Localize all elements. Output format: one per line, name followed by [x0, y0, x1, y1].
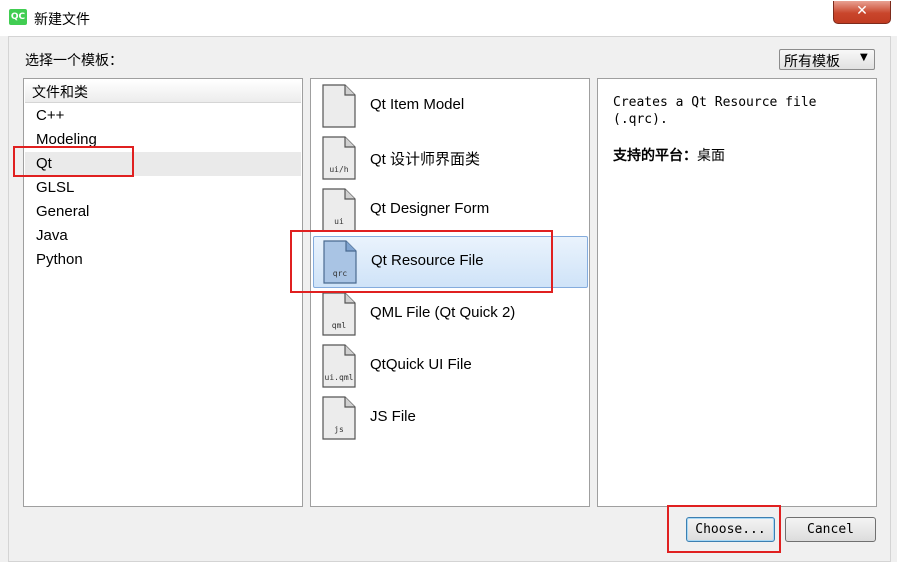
file-icon: js [321, 396, 357, 440]
template-filter-value: 所有模板 [784, 54, 840, 70]
category-item-label: Java [36, 227, 68, 244]
template-item-label: Qt Designer Form [370, 200, 490, 217]
file-icon [321, 84, 357, 128]
template-item-label: JS File [370, 408, 416, 425]
template-item-js-file[interactable]: js JS File [312, 392, 588, 444]
file-icon: ui.qml [321, 344, 357, 388]
choose-template-label: 选择一个模板： [25, 53, 123, 69]
template-filter-dropdown[interactable]: 所有模板 ▼ [779, 49, 875, 70]
category-item-qt[interactable]: Qt [25, 152, 301, 176]
title-bar: QC 新建文件 ✕ [0, 0, 897, 36]
file-ext-label: ui.qml [324, 373, 354, 382]
file-ext-label: qml [331, 321, 347, 330]
choose-button[interactable]: Choose... [686, 517, 775, 542]
template-item-qml-file[interactable]: qml QML File (Qt Quick 2) [312, 288, 588, 340]
file-ext-label: js [334, 425, 344, 434]
category-item-cpp[interactable]: C++ [25, 104, 301, 128]
category-item-label: Qt [36, 155, 52, 172]
category-item-label: General [36, 203, 90, 220]
template-item-qt-designer-form[interactable]: ui Qt Designer Form [312, 184, 588, 236]
supported-platforms: 支持的平台：桌面 [613, 145, 725, 165]
category-item-label: Modeling [36, 131, 97, 148]
category-group-label: 文件和类 [32, 85, 88, 101]
template-item-qtquick-ui-file[interactable]: ui.qml QtQuick UI File [312, 340, 588, 392]
file-ext-label: ui/h [329, 165, 349, 174]
file-icon: ui [321, 188, 357, 232]
cancel-button[interactable]: Cancel [785, 517, 876, 542]
category-item-general[interactable]: General [25, 200, 301, 224]
category-item-label: GLSL [36, 179, 75, 196]
category-list: 文件和类 C++ Modeling Qt GLSL General Java P… [23, 78, 303, 507]
template-item-qt-designer-class[interactable]: ui/h Qt 设计师界面类 [312, 132, 588, 184]
template-description-panel: Creates a Qt Resource file (.qrc). 支持的平台… [597, 78, 877, 507]
template-item-label: Qt 设计师界面类 [370, 151, 481, 168]
template-item-label: Qt Item Model [370, 96, 465, 113]
template-list: Qt Item Model ui/h Qt 设计师界面类 ui Qt Desig… [310, 78, 590, 507]
platform-label: 支持的平台： [613, 148, 697, 164]
category-item-label: C++ [36, 107, 65, 124]
qt-creator-logo-icon: QC [9, 9, 27, 25]
template-item-qt-resource-file[interactable]: qrc Qt Resource File [313, 236, 588, 288]
file-ext-label: qrc [332, 269, 348, 278]
platform-value: 桌面 [697, 148, 725, 164]
category-item-python[interactable]: Python [25, 248, 301, 272]
category-item-java[interactable]: Java [25, 224, 301, 248]
template-item-qt-item-model[interactable]: Qt Item Model [312, 80, 588, 132]
file-icon: qml [321, 292, 357, 336]
close-button[interactable]: ✕ [833, 1, 891, 24]
template-item-label: Qt Resource File [371, 252, 484, 269]
category-item-modeling[interactable]: Modeling [25, 128, 301, 152]
file-icon: qrc [322, 240, 358, 284]
file-ext-label: ui [334, 217, 344, 226]
category-item-glsl[interactable]: GLSL [25, 176, 301, 200]
template-item-label: QtQuick UI File [370, 356, 472, 373]
template-description: Creates a Qt Resource file (.qrc). [613, 95, 817, 127]
window-title: 新建文件 [34, 12, 90, 28]
file-icon: ui/h [321, 136, 357, 180]
dropdown-arrow-icon: ▼ [860, 52, 868, 63]
template-item-label: QML File (Qt Quick 2) [370, 304, 516, 321]
category-group-header[interactable]: 文件和类 [25, 80, 301, 103]
category-item-label: Python [36, 251, 83, 268]
